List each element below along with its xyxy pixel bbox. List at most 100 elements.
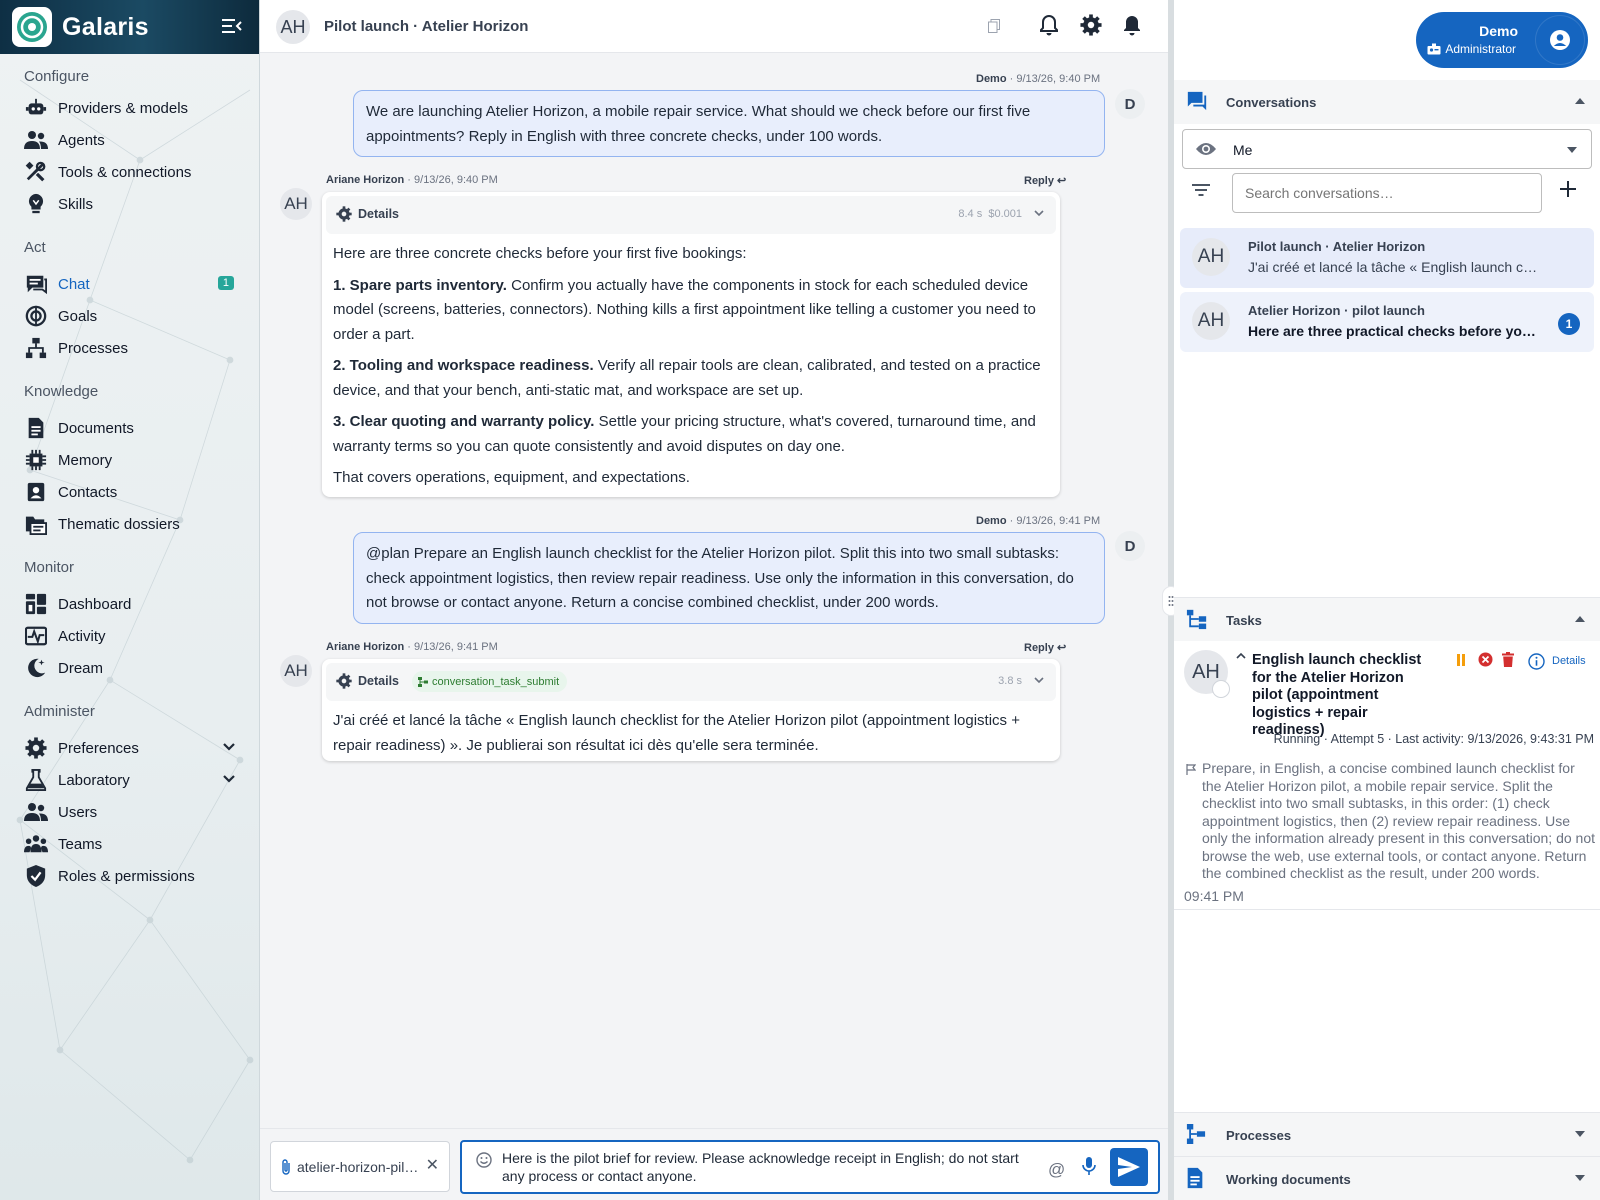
user-avatar: D <box>1115 89 1145 119</box>
details-label: Details <box>358 207 399 221</box>
delete-icon[interactable] <box>1502 652 1514 667</box>
conversations-panel-header[interactable]: Conversations <box>1174 80 1600 124</box>
tasks-panel-header[interactable]: Tasks <box>1174 597 1600 641</box>
sidebar-item-processes[interactable]: Processes <box>0 332 259 364</box>
search-conversations-input[interactable] <box>1232 173 1542 213</box>
sidebar-item-activity[interactable]: Activity <box>0 620 259 652</box>
sidebar-item-users[interactable]: Users <box>0 796 259 828</box>
attachment-chip[interactable]: atelier-horizon-pilot-brief ✕ <box>270 1141 450 1192</box>
sidebar-item-chat[interactable]: Chat 1 <box>0 268 259 300</box>
gear-icon <box>336 206 352 222</box>
dropdown-arrow-icon <box>1567 147 1577 153</box>
sidebar-item-label: Laboratory <box>58 771 130 789</box>
info-icon[interactable] <box>1528 653 1545 670</box>
chevron-up-icon <box>1574 615 1586 623</box>
sidebar-item-dashboard[interactable]: Dashboard <box>0 588 259 620</box>
collapse-menu-icon[interactable] <box>222 17 242 35</box>
microphone-icon[interactable] <box>1082 1156 1096 1176</box>
sidebar-item-documents[interactable]: Documents <box>0 412 259 444</box>
composer-area: atelier-horizon-pilot-brief ✕ Here is th… <box>260 1128 1168 1200</box>
details-toggle[interactable]: Details conversation_task_submit 3.8 s <box>326 663 1056 701</box>
cancel-icon[interactable] <box>1478 652 1493 667</box>
user-message-bubble: @plan Prepare an English launch checklis… <box>353 532 1105 624</box>
conversation-avatar: AH <box>276 10 310 44</box>
conversation-avatar: AH <box>1192 302 1230 340</box>
scope-value: Me <box>1233 142 1253 158</box>
sidebar-item-skills[interactable]: Skills <box>0 188 259 220</box>
reply-arrow-icon: ↩ <box>1056 175 1067 187</box>
sidebar-nav: Configure Providers & models Agents Tool… <box>0 54 259 892</box>
sidebar-item-label: Dream <box>58 659 104 677</box>
dashboard-icon <box>24 592 48 616</box>
check-item: 2. Tooling and workspace readiness. Veri… <box>333 354 1049 403</box>
run-stats: 8.4 s $0.001 <box>958 208 1022 220</box>
sidebar-item-tools-connections[interactable]: Tools & connections <box>0 156 259 188</box>
target-icon <box>24 304 48 328</box>
sidebar: Galaris Configure Providers & models Age… <box>0 0 260 1200</box>
sidebar-item-thematic-dossiers[interactable]: Thematic dossiers <box>0 508 259 540</box>
chevron-down-icon[interactable] <box>222 740 236 754</box>
unread-badge: 1 <box>1558 313 1580 335</box>
run-duration: 8.4 s <box>958 208 983 220</box>
tools-icon <box>24 160 48 184</box>
send-button[interactable] <box>1110 1148 1148 1186</box>
bell-outline-icon[interactable] <box>1039 14 1059 36</box>
gear-icon <box>24 736 48 760</box>
bell-icon[interactable] <box>1122 14 1142 36</box>
filter-icon[interactable] <box>1192 184 1210 196</box>
copy-icon[interactable] <box>988 19 1000 33</box>
sidebar-item-memory[interactable]: Memory <box>0 444 259 476</box>
task-tree-icon <box>1186 608 1208 630</box>
message-time: 9/13/26, 9:40 PM <box>414 174 498 186</box>
reply-button[interactable]: Reply ↩ <box>1024 174 1067 188</box>
panel-title: Working documents <box>1226 1172 1351 1187</box>
conversation-item[interactable]: AH Pilot launch · Atelier Horizon J'ai c… <box>1180 228 1594 288</box>
flag-icon <box>1186 764 1196 775</box>
details-toggle[interactable]: Details 8.4 s $0.001 <box>326 196 1056 234</box>
sidebar-item-laboratory[interactable]: Laboratory <box>0 764 259 796</box>
lightbulb-icon <box>24 192 48 216</box>
sidebar-item-label: Contacts <box>58 483 118 501</box>
panel-title: Conversations <box>1226 95 1317 110</box>
mention-button[interactable]: @ <box>1048 1160 1065 1180</box>
user-avatar: D <box>1115 531 1145 561</box>
settings-gear-icon[interactable] <box>1080 14 1102 36</box>
remove-attachment-icon[interactable]: ✕ <box>426 1155 439 1175</box>
run-duration: 3.8 s <box>998 675 1022 687</box>
galaris-logo[interactable] <box>12 7 52 47</box>
sidebar-item-providers-models[interactable]: Providers & models <box>0 92 259 124</box>
task-details-link[interactable]: Details <box>1552 655 1586 667</box>
chat-icon <box>24 272 48 296</box>
chevron-up-icon <box>1574 97 1586 105</box>
add-conversation-icon[interactable] <box>1560 181 1576 197</box>
reply-button[interactable]: Reply ↩ <box>1024 641 1067 655</box>
sidebar-item-goals[interactable]: Goals <box>0 300 259 332</box>
pause-icon[interactable] <box>1456 654 1466 666</box>
sidebar-item-dream[interactable]: Dream <box>0 652 259 684</box>
sidebar-item-contacts[interactable]: Contacts <box>0 476 259 508</box>
task-title[interactable]: English launch checklist for the Atelier… <box>1252 652 1422 740</box>
message-outro: That covers operations, equipment, and e… <box>333 469 690 486</box>
sidebar-item-label: Preferences <box>58 739 139 757</box>
tool-call-chip: conversation_task_submit <box>412 671 568 692</box>
send-icon <box>1118 1157 1140 1177</box>
working-documents-panel-header[interactable]: Working documents <box>1174 1156 1600 1200</box>
chevron-down-icon[interactable] <box>222 772 236 786</box>
message-text: We are launching Atelier Horizon, a mobi… <box>366 103 1031 145</box>
processes-panel-header[interactable]: Processes <box>1174 1112 1600 1156</box>
message-body: Here are three concrete checks before yo… <box>322 234 1060 501</box>
composer-input[interactable]: Here is the pilot brief for review. Plea… <box>502 1150 1042 1185</box>
collapse-caret-icon[interactable] <box>1236 652 1246 659</box>
sidebar-item-roles-permissions[interactable]: Roles & permissions <box>0 860 259 892</box>
message-composer[interactable]: Here is the pilot brief for review. Plea… <box>460 1140 1160 1194</box>
conversation-item[interactable]: AH Atelier Horizon · pilot launch Here a… <box>1180 292 1594 352</box>
sidebar-item-preferences[interactable]: Preferences <box>0 732 259 764</box>
user-menu-button[interactable]: Demo Administrator <box>1416 12 1588 68</box>
reply-arrow-icon: ↩ <box>1056 642 1067 654</box>
emoji-icon[interactable] <box>476 1152 492 1168</box>
sidebar-item-teams[interactable]: Teams <box>0 828 259 860</box>
conversation-scope-select[interactable]: Me <box>1182 129 1592 169</box>
folder-icon <box>24 512 48 536</box>
section-administer: Administer <box>24 703 95 720</box>
sidebar-item-agents[interactable]: Agents <box>0 124 259 156</box>
